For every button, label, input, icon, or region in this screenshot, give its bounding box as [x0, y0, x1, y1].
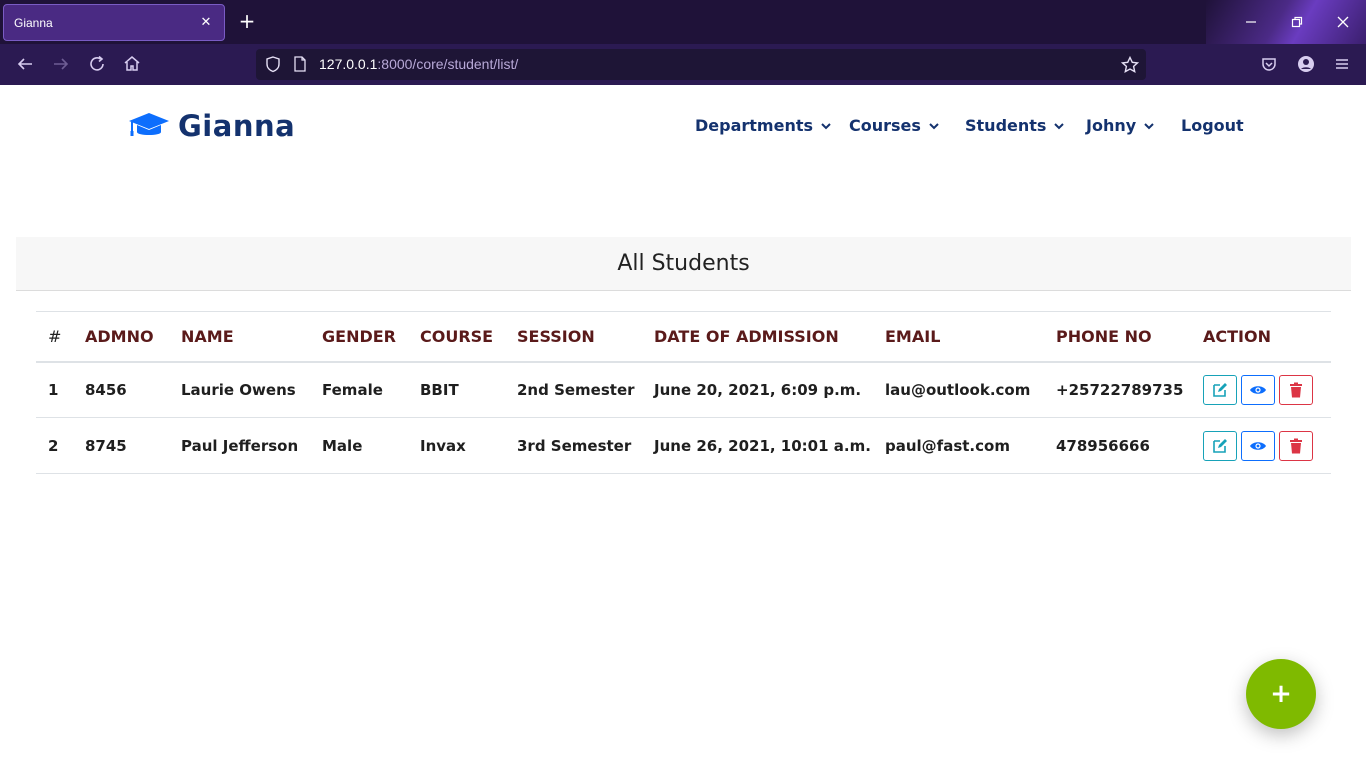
minimize-window-icon[interactable]	[1241, 12, 1261, 32]
table-cell: 2	[36, 417, 73, 474]
back-arrow-icon[interactable]	[14, 53, 36, 75]
nav-courses[interactable]: Courses	[849, 116, 940, 135]
table-header-row: # ADMNO NAME GENDER COURSE SESSION DATE …	[36, 311, 1331, 363]
view-button[interactable]	[1241, 430, 1275, 461]
nav-departments[interactable]: Departments	[695, 116, 832, 135]
restore-window-icon[interactable]	[1287, 12, 1307, 32]
column-header: COURSE	[408, 311, 505, 363]
table-cell: June 20, 2021, 6:09 p.m.	[642, 361, 873, 418]
column-header: EMAIL	[873, 311, 1044, 363]
chevron-down-icon	[821, 122, 831, 129]
edit-icon	[1213, 438, 1227, 453]
column-header: PHONE NO	[1044, 311, 1191, 363]
trash-icon	[1290, 438, 1302, 453]
menu-icon[interactable]	[1331, 53, 1353, 75]
row-actions	[1203, 374, 1331, 405]
nav-students[interactable]: Students	[965, 116, 1065, 135]
chevron-down-icon	[1054, 122, 1065, 129]
address-bar[interactable]: 127.0.0.1:8000/core/student/list/	[256, 49, 1146, 80]
table-row: 2 8745 Paul Jefferson Male Invax 3rd Sem…	[36, 417, 1331, 474]
home-icon[interactable]	[121, 53, 143, 75]
delete-button[interactable]	[1279, 430, 1313, 461]
table-cell: 8456	[73, 361, 169, 418]
table-cell: 8745	[73, 417, 169, 474]
browser-tab-bar: Gianna ✕ +	[0, 0, 1366, 44]
forward-arrow-icon[interactable]	[50, 53, 72, 75]
url-host: 127.0.0.1	[319, 56, 378, 72]
row-actions	[1203, 430, 1331, 461]
new-tab-button[interactable]: +	[237, 11, 257, 31]
table-cell: lau@outlook.com	[873, 361, 1044, 418]
trash-icon	[1290, 382, 1302, 398]
card-header: All Students	[16, 237, 1351, 291]
column-header: NAME	[169, 311, 310, 363]
account-icon[interactable]	[1295, 53, 1317, 75]
page-icon	[292, 55, 308, 77]
action-cell	[1191, 361, 1331, 418]
column-header: DATE OF ADMISSION	[642, 311, 873, 363]
page-title: All Students	[617, 251, 750, 276]
column-header: ADMNO	[73, 311, 169, 363]
column-header: GENDER	[310, 311, 408, 363]
nav-label: Logout	[1181, 116, 1244, 135]
nav-logout[interactable]: Logout	[1181, 116, 1244, 135]
browser-tab[interactable]: Gianna ✕	[3, 4, 225, 41]
nav-label: Courses	[849, 116, 921, 135]
pocket-icon[interactable]	[1258, 53, 1280, 75]
close-window-icon[interactable]	[1333, 12, 1353, 32]
students-table: # ADMNO NAME GENDER COURSE SESSION DATE …	[36, 311, 1331, 474]
nav-label: Students	[965, 116, 1047, 135]
url-path: :8000/core/student/list/	[377, 56, 519, 72]
shield-icon[interactable]	[264, 55, 282, 77]
delete-button[interactable]	[1279, 374, 1313, 405]
table-cell: paul@fast.com	[873, 417, 1044, 474]
chevron-down-icon	[1144, 122, 1154, 129]
graduation-cap-icon	[129, 113, 169, 136]
table-cell: 478956666	[1044, 417, 1191, 474]
action-cell	[1191, 417, 1331, 474]
eye-icon	[1250, 386, 1266, 394]
table-cell: Laurie Owens	[169, 361, 310, 418]
column-header: ACTION	[1191, 311, 1331, 363]
table-cell: 3rd Semester	[505, 417, 642, 474]
tab-title: Gianna	[14, 15, 53, 30]
table-cell: June 26, 2021, 10:01 a.m.	[642, 417, 873, 474]
table-cell: Female	[310, 361, 408, 418]
table-cell: 2nd Semester	[505, 361, 642, 418]
close-icon[interactable]: ✕	[198, 15, 214, 30]
eye-icon	[1250, 441, 1266, 450]
edit-button[interactable]	[1203, 430, 1237, 461]
nav-label: Johny	[1086, 116, 1137, 135]
nav-user-johny[interactable]: Johny	[1086, 116, 1155, 135]
view-button[interactable]	[1241, 374, 1275, 405]
site-brand[interactable]: Gianna	[128, 109, 295, 143]
table-cell: Male	[310, 417, 408, 474]
table-cell: Paul Jefferson	[169, 417, 310, 474]
table-cell: Invax	[408, 417, 505, 474]
chevron-down-icon	[929, 122, 939, 129]
url-text[interactable]: 127.0.0.1:8000/core/student/list/	[319, 56, 518, 72]
edit-icon	[1213, 382, 1227, 397]
column-header: #	[36, 311, 73, 363]
column-header: SESSION	[505, 311, 642, 363]
table-cell: 1	[36, 361, 73, 418]
brand-name: Gianna	[178, 109, 296, 143]
add-student-button[interactable]: +	[1246, 659, 1316, 729]
bookmark-star-icon[interactable]	[1120, 55, 1140, 79]
table-row: 1 8456 Laurie Owens Female BBIT 2nd Seme…	[36, 361, 1331, 418]
table-cell: BBIT	[408, 361, 505, 418]
nav-label: Departments	[695, 116, 814, 135]
table-cell: +25722789735	[1044, 361, 1191, 418]
edit-button[interactable]	[1203, 374, 1237, 405]
reload-icon[interactable]	[86, 53, 108, 75]
